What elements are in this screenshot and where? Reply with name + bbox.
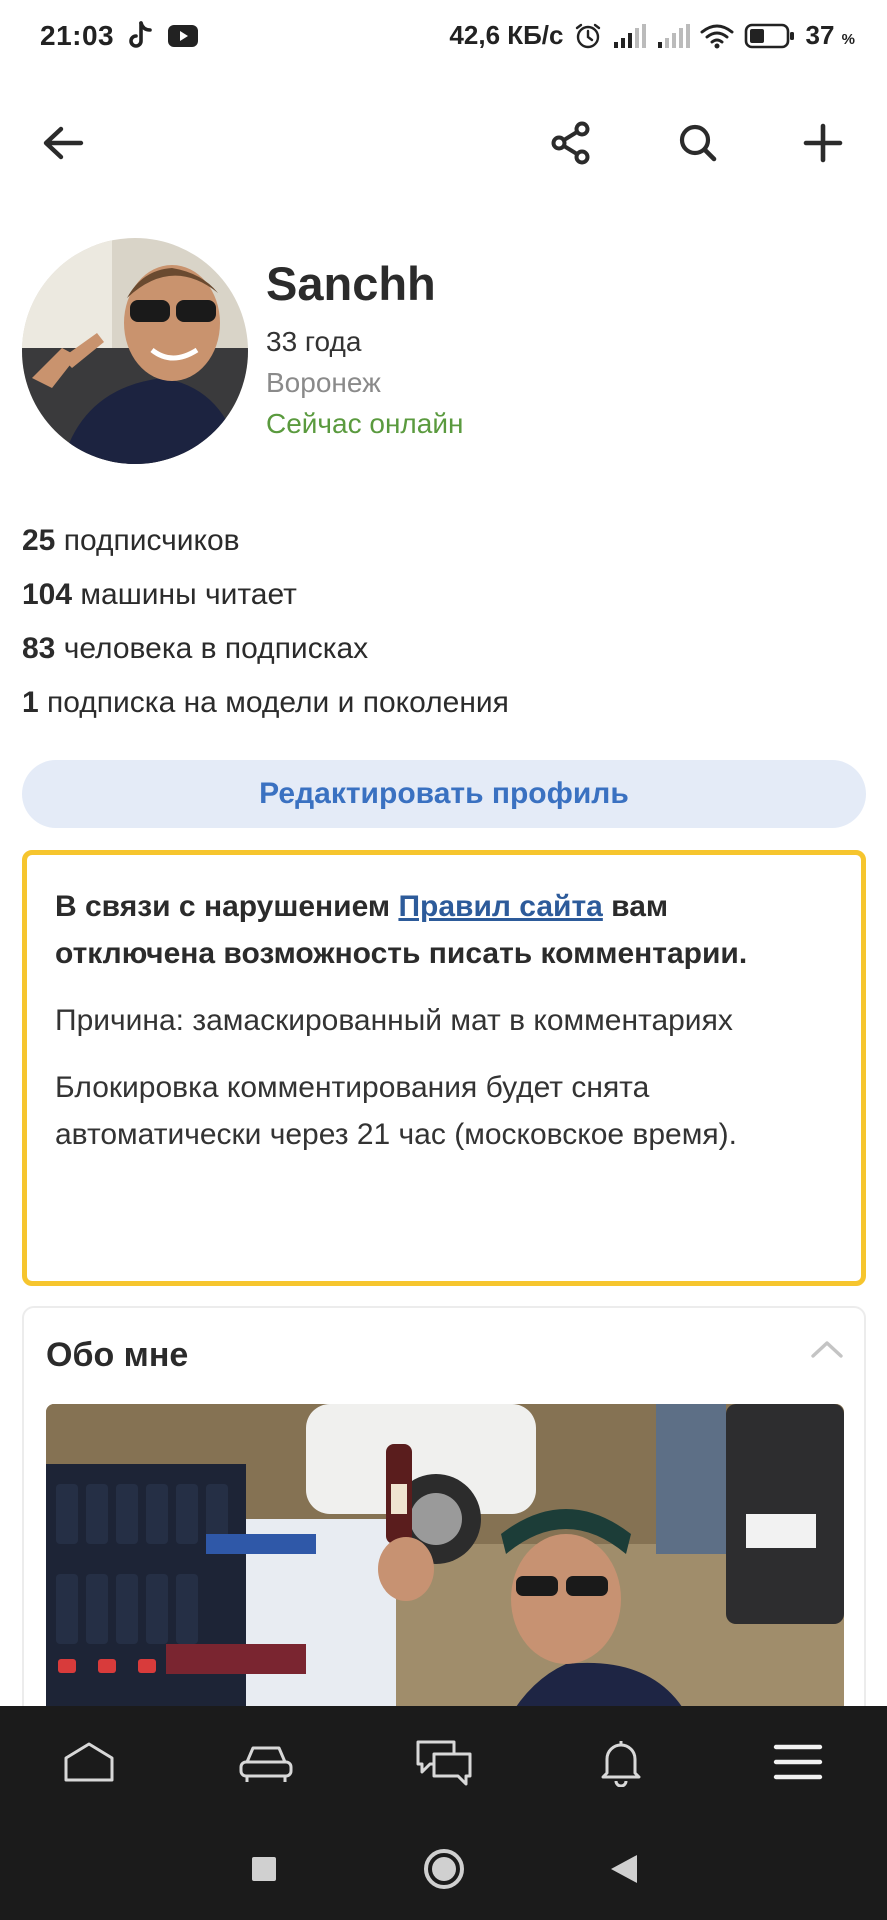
recents-square-icon bbox=[250, 1855, 278, 1888]
stat-count: 104 bbox=[22, 578, 73, 611]
network-speed: 42,6 КБ/с bbox=[449, 20, 564, 50]
site-rules-link[interactable]: Правил сайта bbox=[398, 890, 602, 923]
add-button[interactable] bbox=[778, 100, 868, 190]
nav-messages[interactable] bbox=[355, 1706, 532, 1822]
top-app-bar bbox=[0, 100, 887, 190]
battery-percent: 37 % bbox=[805, 20, 856, 50]
stat-label: машины читает bbox=[72, 578, 297, 611]
garage-car-icon bbox=[237, 1740, 295, 1789]
tiktok-icon bbox=[128, 21, 154, 51]
profile-age: 33 года bbox=[266, 326, 362, 357]
online-status: Сейчас онлайн bbox=[266, 408, 464, 439]
wifi-icon bbox=[700, 22, 734, 50]
profile-city: Воронеж bbox=[266, 367, 381, 398]
collapse-button[interactable] bbox=[810, 1338, 844, 1365]
system-home-button[interactable] bbox=[354, 1847, 534, 1896]
stat-label: подписка на модели и поколения bbox=[38, 686, 509, 719]
share-button[interactable] bbox=[526, 100, 616, 190]
signal-2-icon bbox=[656, 23, 690, 49]
search-button[interactable] bbox=[653, 100, 743, 190]
plus-icon bbox=[803, 123, 843, 168]
home-icon bbox=[62, 1740, 116, 1789]
notice-title: В связи с нарушением Правил сайта вам от… bbox=[55, 883, 833, 977]
stat-count: 1 bbox=[22, 686, 39, 719]
nav-menu[interactable] bbox=[710, 1706, 887, 1822]
stat-label: подписчиков bbox=[55, 524, 240, 557]
home-circle-icon bbox=[422, 1847, 466, 1896]
back-arrow-icon bbox=[41, 125, 85, 166]
share-icon bbox=[550, 121, 592, 170]
profile-name: Sanchh bbox=[266, 257, 436, 310]
stat-count: 25 bbox=[22, 524, 56, 557]
profile-screen: 21:03 42,6 КБ/с 37 % Sanchh 33 года Воро… bbox=[0, 0, 887, 1920]
stat-model-subscriptions[interactable]: 1 подписка на модели и поколения bbox=[22, 684, 509, 738]
recents-button[interactable] bbox=[174, 1855, 354, 1888]
comment-ban-notice: В связи с нарушением Правил сайта вам от… bbox=[22, 850, 866, 1286]
back-button[interactable] bbox=[18, 100, 108, 190]
system-navigation-bar bbox=[0, 1822, 887, 1920]
alarm-icon bbox=[574, 22, 602, 50]
back-triangle-icon bbox=[609, 1853, 639, 1890]
status-bar-right: 42,6 КБ/с 37 % bbox=[449, 20, 855, 51]
nav-home[interactable] bbox=[0, 1706, 177, 1822]
search-icon bbox=[678, 123, 718, 168]
notifications-bell-icon bbox=[599, 1737, 643, 1792]
stat-following-people[interactable]: 83 человека в подписках bbox=[22, 630, 509, 684]
avatar[interactable] bbox=[22, 238, 248, 464]
bottom-navigation bbox=[0, 1706, 887, 1822]
menu-icon bbox=[773, 1742, 823, 1787]
stat-count: 83 bbox=[22, 632, 56, 665]
status-bar: 21:03 42,6 КБ/с 37 % bbox=[0, 0, 887, 74]
about-title: Обо мне bbox=[46, 1336, 189, 1374]
nav-garage[interactable] bbox=[177, 1706, 354, 1822]
battery-icon bbox=[744, 23, 796, 49]
notice-unblock-time: Блокировка комментирования будет снята а… bbox=[55, 1071, 737, 1151]
edit-profile-button[interactable]: Редактировать профиль bbox=[22, 760, 866, 828]
chevron-up-icon bbox=[810, 1341, 844, 1364]
youtube-icon bbox=[168, 25, 199, 47]
notice-title-text: В связи с нарушением bbox=[55, 890, 399, 923]
stat-cars-read[interactable]: 104 машины читает bbox=[22, 576, 509, 630]
status-bar-left: 21:03 bbox=[40, 20, 199, 52]
notice-reason: Причина: замаскированный мат в комментар… bbox=[55, 1004, 733, 1037]
stat-label: человека в подписках bbox=[55, 632, 369, 665]
messages-icon bbox=[414, 1738, 474, 1791]
status-time: 21:03 bbox=[40, 20, 115, 51]
profile-stats: 25 подписчиков 104 машины читает 83 чело… bbox=[22, 522, 509, 738]
nav-notifications[interactable] bbox=[532, 1706, 709, 1822]
system-back-button[interactable] bbox=[534, 1853, 714, 1890]
signal-1-icon bbox=[612, 23, 646, 49]
stat-followers[interactable]: 25 подписчиков bbox=[22, 522, 509, 576]
